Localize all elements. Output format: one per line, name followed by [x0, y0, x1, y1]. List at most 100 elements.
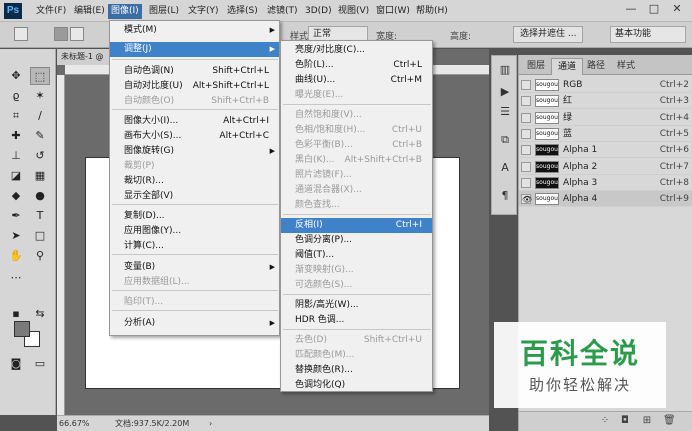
add-selection-icon[interactable]: [70, 27, 84, 41]
workspace-select[interactable]: 基本功能: [610, 26, 686, 43]
status-arrow-icon[interactable]: ›: [209, 416, 212, 431]
channel-row[interactable]: sougou 蓝 Ctrl+5: [519, 126, 692, 142]
lasso-tool-icon[interactable]: ϱ: [6, 87, 26, 105]
more-tools-icon[interactable]: ⋯: [6, 269, 26, 287]
tab-paths[interactable]: 路径: [581, 58, 611, 75]
magic-wand-tool-icon[interactable]: ✶: [30, 87, 50, 105]
image-menu-item[interactable]: 分析(A) ▶: [110, 316, 279, 331]
adjust-menu-item[interactable]: 颜色查找...: [281, 198, 432, 213]
brush-tool-icon[interactable]: ✎: [30, 127, 50, 145]
menu-view[interactable]: 视图(V): [335, 4, 372, 19]
minimize-button[interactable]: —: [620, 0, 642, 18]
menu-3d[interactable]: 3D(D): [302, 4, 335, 19]
hand-tool-icon[interactable]: ✋: [6, 247, 26, 265]
image-menu-item[interactable]: 模式(M) ▶: [110, 23, 279, 38]
adjust-menu-item[interactable]: 渐变映射(G)...: [281, 263, 432, 278]
adjust-menu-item[interactable]: 通道混合器(X)...: [281, 183, 432, 198]
menu-type[interactable]: 文字(Y): [185, 4, 222, 19]
image-menu-item[interactable]: 应用图像(Y)...: [110, 224, 279, 239]
adjust-menu-item[interactable]: 色调均化(Q): [281, 378, 432, 393]
healing-brush-tool-icon[interactable]: ✚: [6, 127, 26, 145]
visibility-eye-icon[interactable]: [521, 96, 531, 107]
screen-mode-icon[interactable]: ▭: [30, 355, 50, 373]
clone-stamp-tool-icon[interactable]: ⊥: [6, 147, 26, 165]
image-menu-item[interactable]: 复制(D)...: [110, 209, 279, 224]
default-colors-icon[interactable]: ▪: [6, 305, 26, 323]
save-selection-icon[interactable]: ◘: [619, 415, 631, 427]
image-menu-item[interactable]: 变量(B) ▶: [110, 260, 279, 275]
path-select-tool-icon[interactable]: ➤: [6, 227, 26, 245]
visibility-eye-icon[interactable]: [521, 161, 531, 172]
rect-marquee-tool-icon[interactable]: ⬚: [30, 67, 50, 85]
adjust-menu-item[interactable]: 替换颜色(R)...: [281, 363, 432, 378]
character-icon[interactable]: A: [496, 160, 514, 176]
menu-file[interactable]: 文件(F): [33, 4, 69, 19]
adjust-menu-item[interactable]: 可选颜色(S)...: [281, 278, 432, 293]
maximize-button[interactable]: □: [643, 0, 665, 18]
marquee-preset-icon[interactable]: [14, 27, 28, 41]
adjust-menu-item[interactable]: 照片滤镜(F)...: [281, 168, 432, 183]
visibility-eye-icon[interactable]: [521, 145, 531, 156]
tab-styles[interactable]: 样式: [611, 58, 641, 75]
image-menu-item[interactable]: 计算(C)...: [110, 239, 279, 254]
image-menu-item[interactable]: 裁剪(P): [110, 159, 279, 174]
adjust-menu-item[interactable]: 匹配颜色(M)...: [281, 348, 432, 363]
image-menu-item[interactable]: 自动对比度(U) Alt+Shift+Ctrl+L: [110, 79, 279, 94]
channel-row[interactable]: sougou Alpha 3 Ctrl+8: [519, 175, 692, 191]
image-menu-item[interactable]: 自动色调(N) Shift+Ctrl+L: [110, 64, 279, 79]
swap-colors-icon[interactable]: ⇆: [30, 305, 50, 323]
adjust-menu-item[interactable]: 黑白(K)... Alt+Shift+Ctrl+B: [281, 153, 432, 168]
delete-channel-icon[interactable]: 🗑: [663, 415, 676, 427]
eraser-tool-icon[interactable]: ◪: [6, 167, 26, 185]
dodge-tool-icon[interactable]: ●: [30, 187, 50, 205]
visibility-eye-icon[interactable]: 👁: [521, 194, 532, 205]
adjust-menu-item[interactable]: 阈值(T)...: [281, 248, 432, 263]
close-button[interactable]: ✕: [666, 0, 688, 18]
image-menu-item[interactable]: 自动颜色(O) Shift+Ctrl+B: [110, 94, 279, 109]
adjust-menu-item[interactable]: 去色(D) Shift+Ctrl+U: [281, 333, 432, 348]
visibility-eye-icon[interactable]: [521, 177, 531, 188]
menu-filter[interactable]: 滤镜(T): [264, 4, 301, 19]
navigator-icon[interactable]: ⧉: [496, 132, 514, 148]
eyedropper-tool-icon[interactable]: ∕: [30, 107, 50, 125]
channel-row[interactable]: sougou Alpha 2 Ctrl+7: [519, 159, 692, 175]
type-tool-icon[interactable]: T: [30, 207, 50, 225]
adjust-menu-item[interactable]: 反相(I) Ctrl+I: [281, 218, 432, 233]
image-menu-item[interactable]: 显示全部(V): [110, 189, 279, 204]
zoom-level[interactable]: 66.67%: [59, 416, 90, 431]
channel-row[interactable]: sougou 红 Ctrl+3: [519, 93, 692, 110]
image-menu-item[interactable]: 裁切(R)...: [110, 174, 279, 189]
tab-layers[interactable]: 图层: [521, 58, 551, 75]
quick-mask-icon[interactable]: ◙: [6, 355, 26, 373]
document-tab[interactable]: 未标题-1 @: [57, 49, 117, 65]
image-menu-item[interactable]: 调整(J) ▶: [110, 42, 279, 57]
adjust-menu-item[interactable]: 色彩平衡(B)... Ctrl+B: [281, 138, 432, 153]
pen-tool-icon[interactable]: ✒: [6, 207, 26, 225]
adjust-menu-item[interactable]: 色调分离(P)...: [281, 233, 432, 248]
adjust-menu-item[interactable]: 自然饱和度(V)...: [281, 108, 432, 123]
adjust-menu-item[interactable]: 色阶(L)... Ctrl+L: [281, 58, 432, 73]
move-tool-icon[interactable]: ✥: [6, 67, 26, 85]
adjust-menu-item[interactable]: 曝光度(E)...: [281, 88, 432, 103]
adjust-menu-item[interactable]: HDR 色调...: [281, 313, 432, 328]
history-brush-tool-icon[interactable]: ↺: [30, 147, 50, 165]
adjust-menu-item[interactable]: 色相/饱和度(H)... Ctrl+U: [281, 123, 432, 138]
visibility-eye-icon[interactable]: [521, 80, 531, 90]
adjust-menu-item[interactable]: 亮度/对比度(C)...: [281, 43, 432, 58]
zoom-tool-icon[interactable]: ⚲: [30, 247, 50, 265]
image-menu-item[interactable]: 陷印(T)...: [110, 295, 279, 310]
crop-tool-icon[interactable]: ⌗: [6, 107, 26, 125]
adjust-menu-item[interactable]: 曲线(U)... Ctrl+M: [281, 73, 432, 88]
visibility-eye-icon[interactable]: [521, 128, 531, 139]
rectangle-tool-icon[interactable]: □: [30, 227, 50, 245]
play-action-icon[interactable]: ▶: [496, 84, 514, 100]
gradient-tool-icon[interactable]: ▦: [30, 167, 50, 185]
adjust-menu-item[interactable]: 阴影/高光(W)...: [281, 298, 432, 313]
image-menu-item[interactable]: 图像大小(I)... Alt+Ctrl+I: [110, 114, 279, 129]
channel-row[interactable]: sougou Alpha 1 Ctrl+6: [519, 142, 692, 159]
blur-tool-icon[interactable]: ◆: [6, 187, 26, 205]
image-menu-item[interactable]: 画布大小(S)... Alt+Ctrl+C: [110, 129, 279, 144]
tab-channels[interactable]: 通道: [551, 58, 584, 75]
history-icon[interactable]: ☰: [496, 104, 514, 120]
menu-select[interactable]: 选择(S): [224, 4, 261, 19]
